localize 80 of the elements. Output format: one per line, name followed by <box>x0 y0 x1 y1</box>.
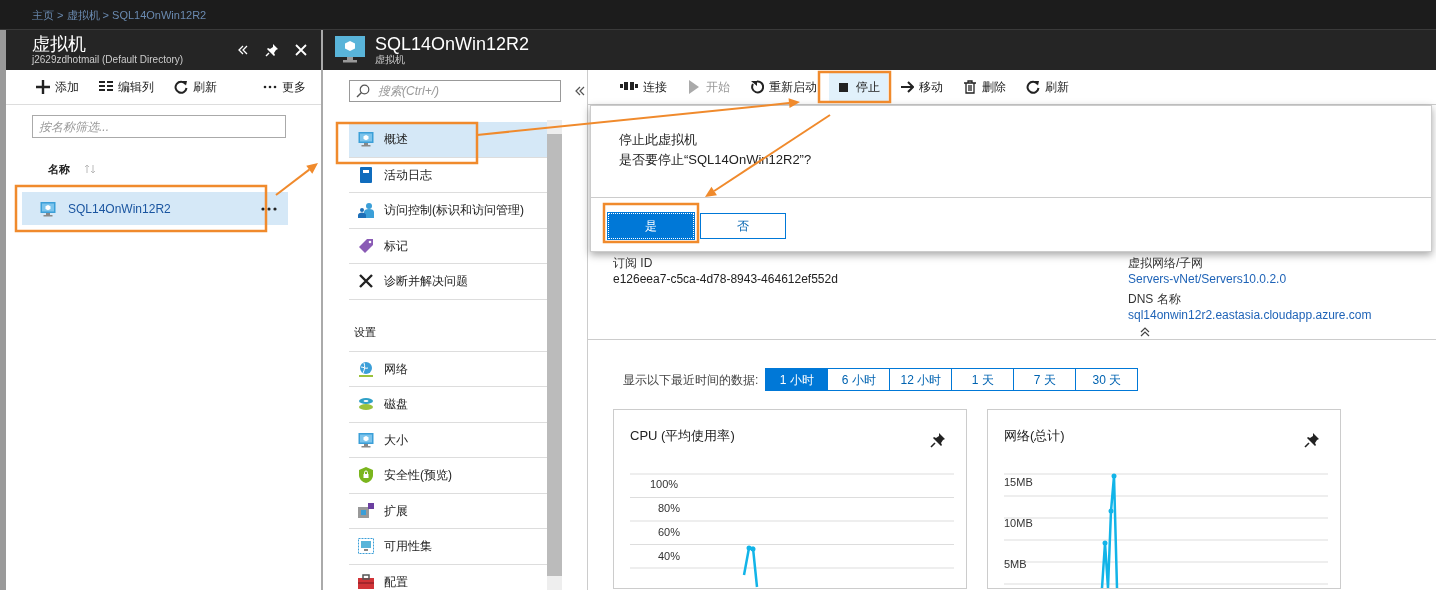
more-icon[interactable] <box>260 205 278 212</box>
pin-icon[interactable] <box>1304 432 1320 448</box>
toolbar-button[interactable]: 刷新 <box>1018 73 1077 101</box>
pin-icon[interactable] <box>265 43 279 57</box>
shield-icon <box>358 467 374 484</box>
axis-label: 10MB <box>1004 516 1033 531</box>
time-range-label: 显示以下最近时间的数据: <box>623 371 759 389</box>
axis-label: 15MB <box>1004 475 1033 490</box>
breadcrumb: 主页 > 虚拟机 > SQL14OnWin12R2 <box>32 9 207 21</box>
axis-label: 60% <box>658 525 681 540</box>
blade-subtitle: j2629zdhotmail (Default Directory) <box>32 54 184 66</box>
time-range-option[interactable]: 7 天 <box>1013 368 1077 391</box>
axis-label: 5MB <box>1004 557 1027 572</box>
property-label: 订阅 ID <box>613 255 654 271</box>
chart-title: CPU (平均使用率) <box>630 427 735 445</box>
scrollbar[interactable] <box>547 120 562 590</box>
collapse-up-icon[interactable] <box>1140 327 1150 337</box>
axis-label: 40% <box>658 549 681 564</box>
monitor-icon <box>358 538 374 555</box>
arrow-icon <box>900 80 914 94</box>
toolbar-button[interactable]: 移动 <box>892 73 951 101</box>
toolbar-button[interactable]: 添加 <box>30 75 85 99</box>
disk-icon <box>358 396 374 413</box>
toolbar-button[interactable]: 编辑列 <box>93 75 160 99</box>
add-icon <box>36 80 50 94</box>
monitor-icon <box>358 131 374 148</box>
filter-field[interactable]: 按名称筛选... <box>32 115 286 138</box>
search-field[interactable]: 搜索(Ctrl+/) <box>349 80 561 102</box>
monitor-icon <box>358 431 374 448</box>
data-line-drawing <box>742 545 760 588</box>
dialog-button[interactable]: 是 <box>608 213 694 239</box>
dialog-title: 停止此虚拟机 <box>619 131 698 149</box>
globe-icon <box>358 360 374 377</box>
refresh-icon <box>1026 80 1040 94</box>
blade-title: 虚拟机 <box>32 34 87 54</box>
annotation-arrow <box>275 163 318 196</box>
toolbox-icon <box>358 573 374 590</box>
chart-title: 网络(总计) <box>1004 427 1065 445</box>
search-icon <box>356 84 370 98</box>
toolbar-button[interactable]: 刷新 <box>168 75 223 99</box>
refresh-icon <box>174 80 188 94</box>
property-link[interactable]: sql14onwin12r2.eastasia.cloudapp.azure.com <box>1128 307 1372 323</box>
vm-name: SQL14OnWin12R2 <box>68 200 171 218</box>
trash-icon <box>963 80 977 94</box>
monitor-icon <box>40 200 56 217</box>
restart-icon <box>750 80 764 94</box>
toolbar-button[interactable]: 删除 <box>955 73 1014 101</box>
blade-title: SQL14OnWin12R2 <box>375 34 530 54</box>
toolbar-button[interactable]: 重新启动 <box>742 73 825 101</box>
monitor-icon <box>335 36 365 64</box>
pin-icon[interactable] <box>930 432 946 448</box>
property-label: DNS 名称 <box>1128 291 1182 307</box>
blade-subtitle: 虚拟机 <box>375 54 405 66</box>
time-range-option[interactable]: 30 天 <box>1075 368 1139 391</box>
property-link[interactable]: Servers-vNet/Servers10.0.2.0 <box>1128 271 1372 287</box>
toolbar-button[interactable]: 停止 <box>829 73 888 101</box>
collapse-icon[interactable] <box>575 86 585 96</box>
columns-icon <box>99 80 113 94</box>
tag-icon <box>358 237 374 254</box>
toolbar-button[interactable]: 更多 <box>257 75 312 99</box>
property-label: 虚拟网络/子网 <box>1128 255 1205 271</box>
stop-icon <box>837 80 851 94</box>
time-range-option[interactable]: 1 小时 <box>765 368 829 391</box>
vm-row[interactable]: SQL14OnWin12R2 <box>22 192 288 225</box>
book-icon <box>358 166 374 183</box>
axis-label: 100% <box>650 477 679 492</box>
puzzle-icon <box>358 502 374 519</box>
time-range-option[interactable]: 6 小时 <box>827 368 891 391</box>
section-header: 设置 <box>354 325 376 340</box>
time-range-option[interactable]: 1 天 <box>951 368 1015 391</box>
menu-item[interactable]: 概述 <box>349 122 547 158</box>
time-range-option[interactable]: 12 小时 <box>889 368 953 391</box>
play-icon <box>687 80 701 94</box>
axis-label: 80% <box>658 501 681 516</box>
close-icon[interactable] <box>295 44 307 56</box>
property-value: e126eea7-c5ca-4d78-8943-464612ef552d <box>613 271 839 287</box>
dialog-button[interactable]: 否 <box>700 213 786 239</box>
toolbar-button[interactable]: 连接 <box>612 73 675 101</box>
column-header[interactable]: 名称 <box>48 160 70 178</box>
people-icon <box>358 202 374 219</box>
